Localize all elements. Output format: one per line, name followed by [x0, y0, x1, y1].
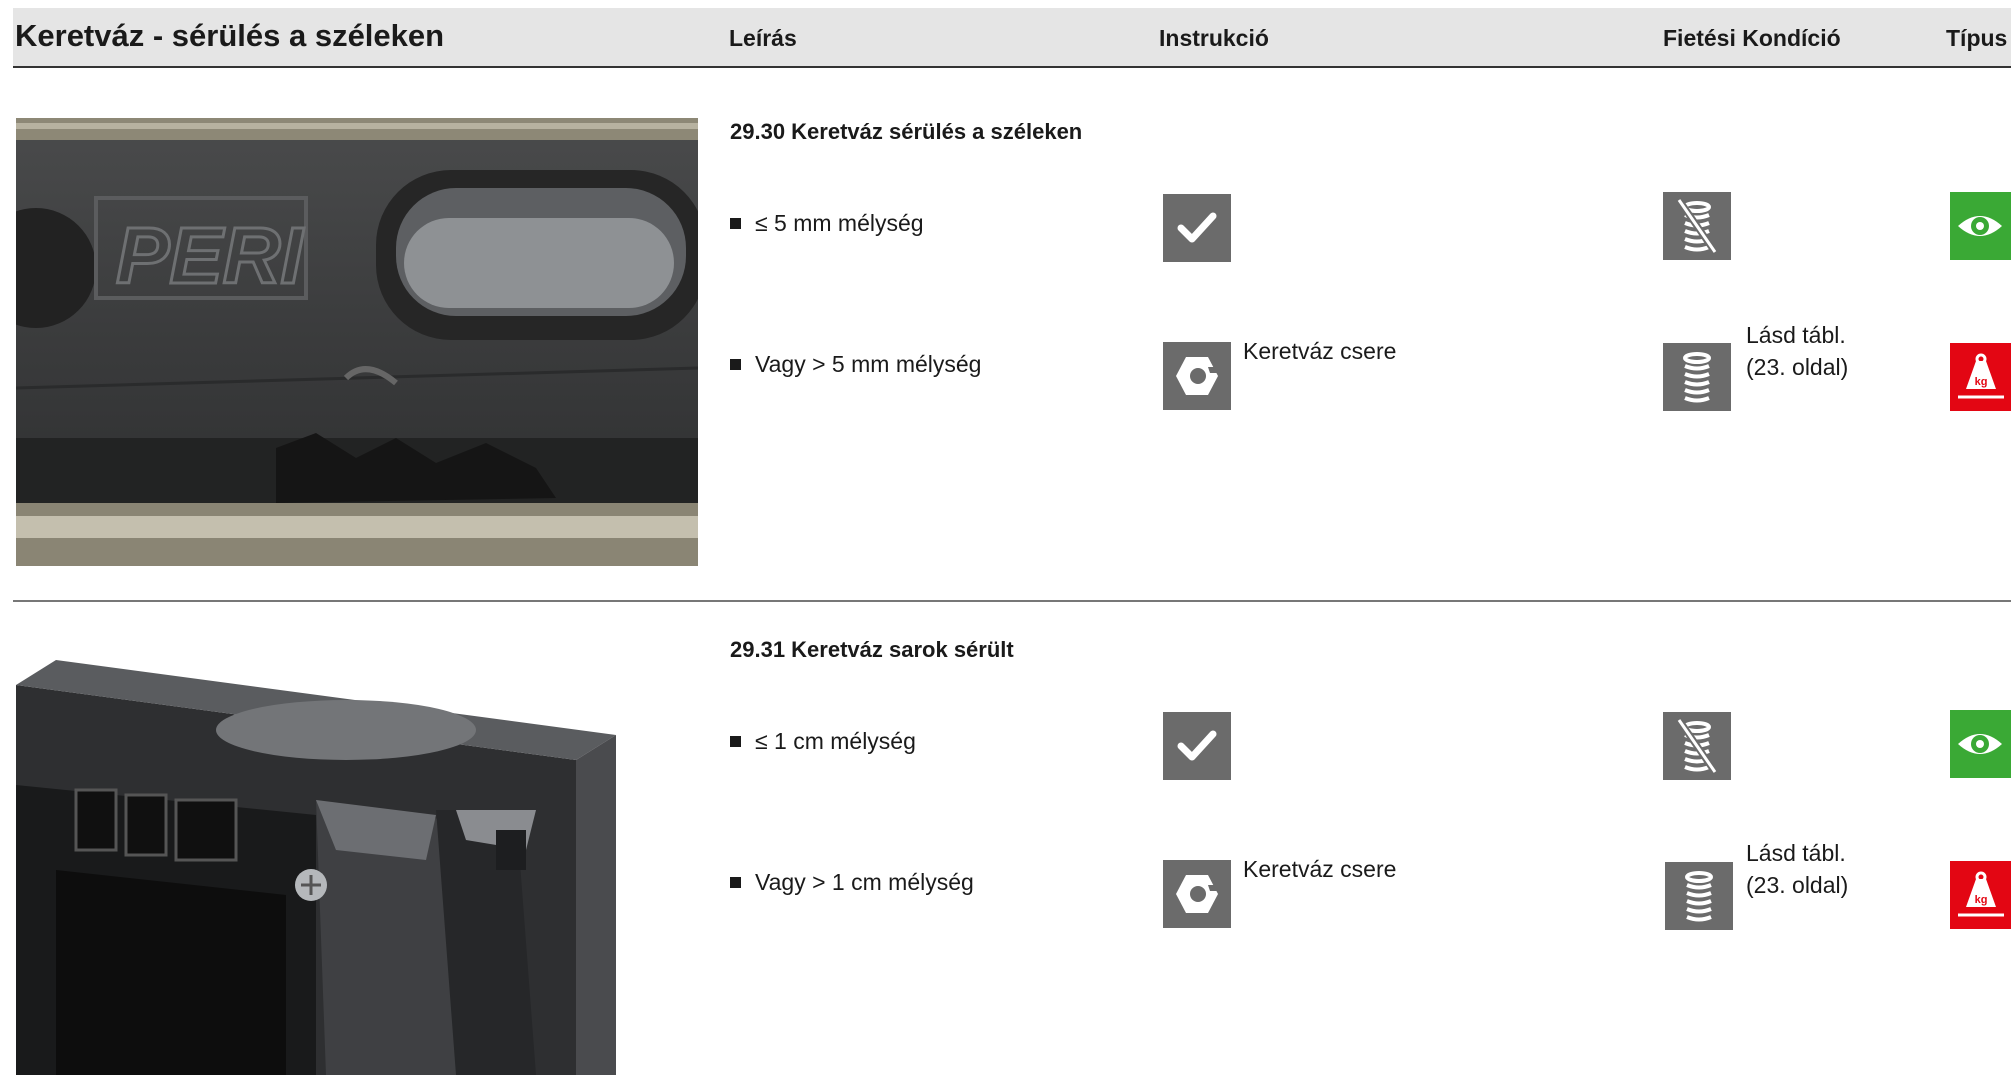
payment-line-1: Lásd tábl.	[1746, 322, 1846, 348]
column-header-instruction: Instrukció	[1159, 25, 1269, 51]
column-header-payment: Fietési Kondíció	[1663, 25, 1841, 51]
section-heading: 29.30 Keretváz sérülés a széleken	[730, 119, 1083, 144]
weight-kg-icon: kg	[1950, 343, 2011, 411]
checkmark-icon	[1163, 194, 1231, 262]
instruction-text: Keretváz csere	[1243, 338, 1397, 364]
svg-text:kg: kg	[1975, 894, 1988, 906]
bullet-icon	[730, 877, 741, 888]
damaged-frame-corner-photo	[16, 640, 698, 1075]
damage-description: Vagy > 5 mm mélység	[755, 351, 982, 377]
list-item: ≤ 5 mm mélység	[730, 210, 924, 237]
hex-nut-icon	[1163, 342, 1231, 410]
bullet-icon	[730, 218, 741, 229]
coins-icon	[1663, 343, 1731, 411]
bullet-icon	[730, 736, 741, 747]
section-divider	[13, 600, 2011, 602]
table-header: Keretváz - sérülés a széleken Leírás Ins…	[13, 8, 2011, 68]
damage-description: Vagy > 1 cm mélység	[755, 869, 974, 895]
column-header-type: Típus	[1946, 25, 2008, 51]
payment-line-1: Lásd tábl.	[1746, 840, 1846, 866]
damaged-frame-edge-photo: PERI	[16, 118, 698, 566]
photo-logo-text: PERI	[116, 211, 304, 300]
checkmark-icon	[1163, 712, 1231, 780]
svg-text:kg: kg	[1975, 376, 1988, 388]
payment-line-2: (23. oldal)	[1746, 872, 1849, 898]
bullet-icon	[730, 359, 741, 370]
eye-icon	[1950, 192, 2011, 260]
list-item: Vagy > 1 cm mélység	[730, 869, 974, 896]
no-charge-coins-icon	[1663, 712, 1731, 780]
no-charge-coins-icon	[1663, 192, 1731, 260]
weight-kg-icon: kg	[1950, 861, 2011, 929]
column-header-description: Leírás	[729, 25, 797, 51]
section-heading: 29.31 Keretváz sarok sérült	[730, 637, 1014, 662]
instruction-text: Keretváz csere	[1243, 856, 1397, 882]
eye-icon	[1950, 710, 2011, 778]
list-item: ≤ 1 cm mélység	[730, 728, 916, 755]
page-title: Keretváz - sérülés a széleken	[15, 18, 445, 53]
payment-line-2: (23. oldal)	[1746, 354, 1849, 380]
coins-icon	[1665, 862, 1733, 930]
hex-nut-icon	[1163, 860, 1231, 928]
damage-description: ≤ 1 cm mélység	[755, 728, 916, 754]
list-item: Vagy > 5 mm mélység	[730, 351, 981, 378]
damage-description: ≤ 5 mm mélység	[755, 210, 924, 236]
